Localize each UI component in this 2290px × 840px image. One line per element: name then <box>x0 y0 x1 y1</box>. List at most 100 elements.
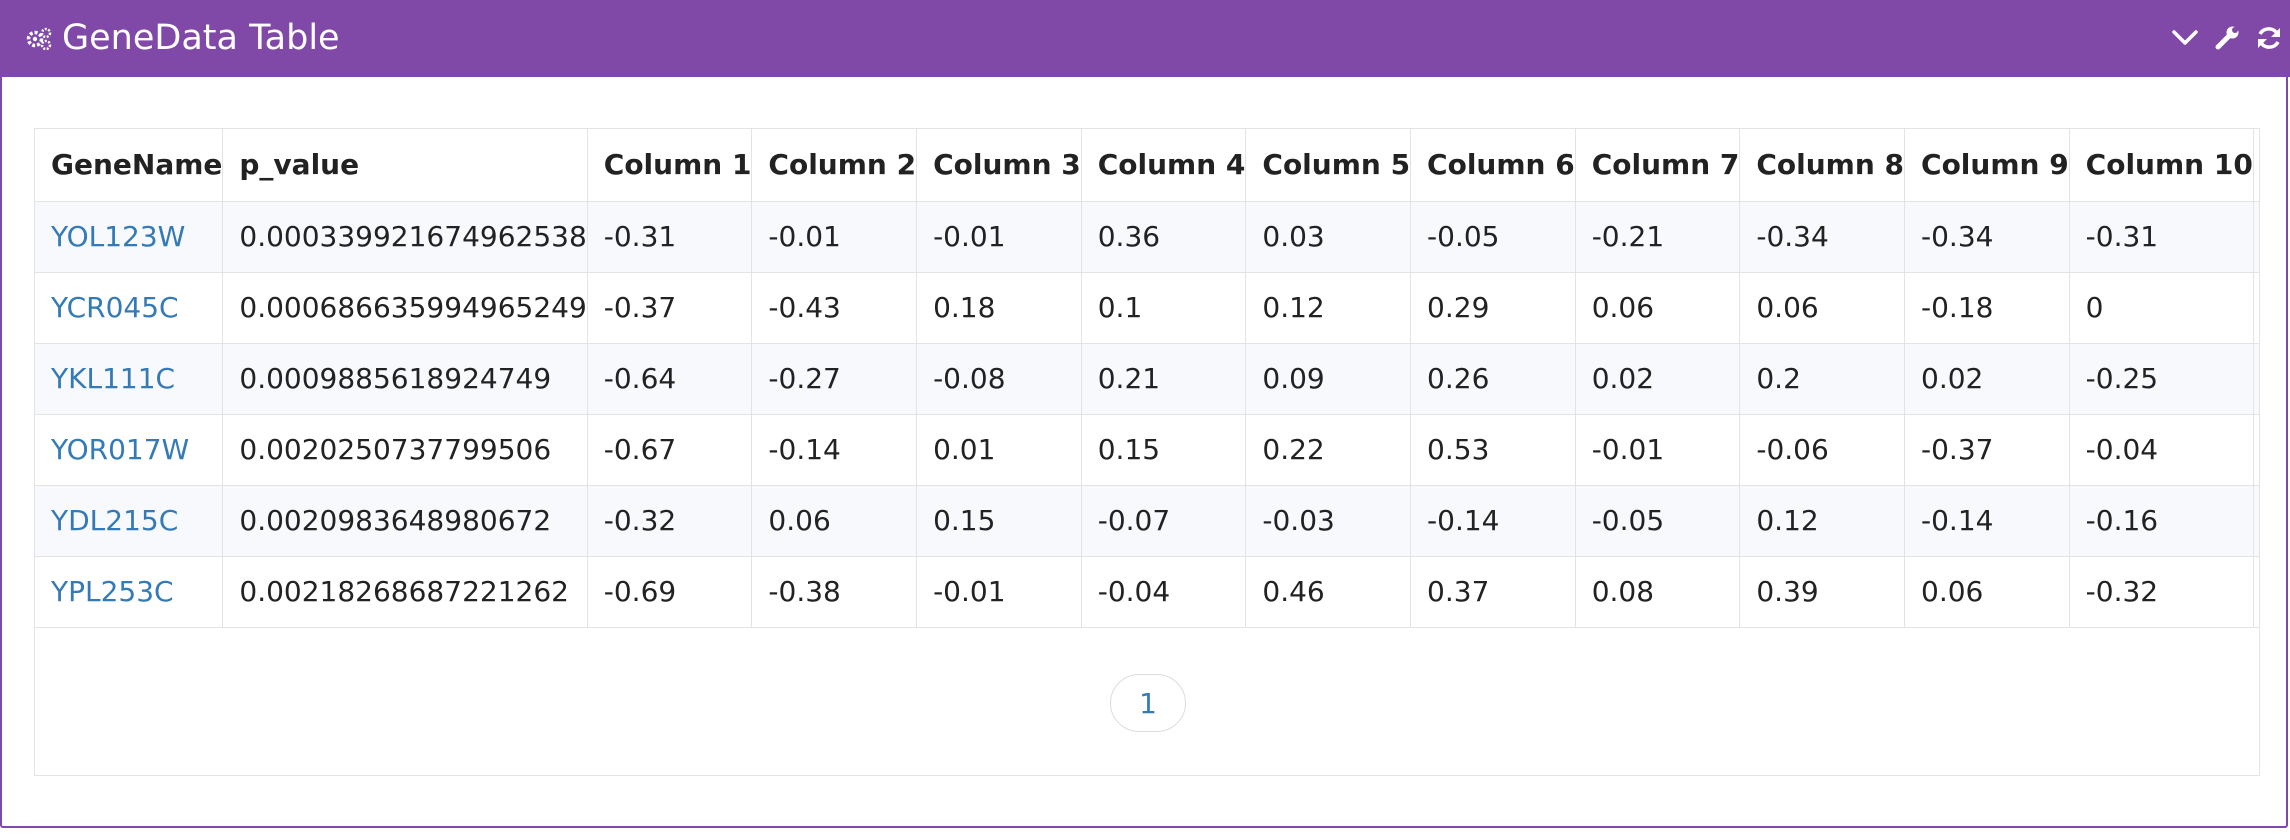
table-cell-p-value: 0.0009885618924749 <box>222 343 588 415</box>
column-header-column-9[interactable]: Column 9 <box>1904 129 2070 202</box>
table-cell-value: 0.06 <box>1575 272 1741 344</box>
gene-link[interactable]: YOR017W <box>51 433 189 466</box>
table-cell-value: -0.01 <box>1575 414 1741 486</box>
table-body: YOL123W 0.000339921674962538 -0.31 -0.01 -0.… <box>35 201 2259 628</box>
table-cell-value: -0.67 <box>587 414 753 486</box>
table-cell-value: -0 <box>2253 343 2259 415</box>
table-cell-value: 0.12 <box>1739 485 1906 557</box>
column-header-column-5[interactable]: Column 5 <box>1245 129 1412 202</box>
table-cell-value: -0.05 <box>1575 485 1741 557</box>
table-cell-value: -0 <box>2253 414 2259 486</box>
table-cell-genename: YOL123W <box>35 201 224 273</box>
table-cell-value: -0.37 <box>1904 414 2070 486</box>
collapse-button[interactable] <box>2170 23 2200 53</box>
table-cell-value: 0.18 <box>916 272 1082 344</box>
table-cell-value: 0.15 <box>916 485 1082 557</box>
table-cell-value: -0 <box>2253 556 2259 628</box>
table-cell-value: -0.16 <box>2069 485 2254 557</box>
table-row: YOL123W 0.000339921674962538 -0.31 -0.01 -0.… <box>35 201 2259 273</box>
table-cell-value: -0 <box>2253 201 2259 273</box>
table-cell-p-value: 0.0020250737799506 <box>222 414 588 486</box>
table-cell-genename: YCR045C <box>35 272 224 344</box>
table-cell-value: -0.01 <box>916 201 1082 273</box>
table-cell-value: -0.32 <box>587 485 753 557</box>
table-cell-value: 0.01 <box>916 414 1082 486</box>
table-cell-value: -0.03 <box>1245 485 1412 557</box>
table-cell-value: -0.25 <box>2069 343 2254 415</box>
table-cell-value: 0.22 <box>1245 414 1412 486</box>
table-cell-value: 0.2 <box>1739 343 1906 415</box>
chevron-down-icon <box>2172 30 2198 45</box>
table-cell-value: -0.01 <box>751 201 918 273</box>
table-cell-value: -0 <box>2253 272 2259 344</box>
refresh-icon <box>2258 27 2280 49</box>
panel-title: GeneData Table <box>62 18 340 58</box>
table-row: YOR017W 0.0020250737799506 -0.67 -0.14 0.01 0… <box>35 414 2259 486</box>
table-cell-value: 0.29 <box>1410 272 1576 344</box>
table-cell-value: 0 <box>2069 272 2254 344</box>
table-cell-value: -0.04 <box>1081 556 1247 628</box>
table-cell-value: 0.1 <box>1081 272 1247 344</box>
table-cell-p-value: 0.00218268687221262 <box>222 556 588 628</box>
table-cell-value: -0.14 <box>1904 485 2070 557</box>
gene-data-table: GeneName p_value Column 1 Column 2 Colum… <box>35 129 2259 628</box>
column-header-column-2[interactable]: Column 2 <box>751 129 918 202</box>
table-cell-value: -0.32 <box>2069 556 2254 628</box>
table-cell-p-value: 0.000686635994965249 <box>222 272 588 344</box>
column-header-p-value[interactable]: p_value <box>222 129 588 202</box>
column-header-column-8[interactable]: Column 8 <box>1739 129 1906 202</box>
table-cell-genename: YOR017W <box>35 414 224 486</box>
column-header-column-6[interactable]: Column 6 <box>1410 129 1576 202</box>
table-cell-value: -0.14 <box>1410 485 1576 557</box>
table-cell-value: -0.07 <box>1081 485 1247 557</box>
column-header-column-10[interactable]: Column 10 <box>2069 129 2254 202</box>
table-cell-value: 0.21 <box>1081 343 1247 415</box>
table-cell-value: -0.38 <box>751 556 918 628</box>
table-cell-value: 0.06 <box>751 485 918 557</box>
table-cell-value: 0.03 <box>1245 201 1412 273</box>
column-header-column-7[interactable]: Column 7 <box>1575 129 1741 202</box>
table-cell-value: 0.09 <box>1245 343 1412 415</box>
column-header-column-4[interactable]: Column 4 <box>1081 129 1247 202</box>
panel-header: GeneData Table <box>0 0 2290 77</box>
table-cell-genename: YKL111C <box>35 343 224 415</box>
table-row: YKL111C 0.0009885618924749 -0.64 -0.27 -0.08… <box>35 343 2259 415</box>
table-header-row: GeneName p_value Column 1 Column 2 Colum… <box>35 129 2259 202</box>
gears-icon <box>26 27 52 51</box>
table-cell-value: 0.06 <box>1904 556 2070 628</box>
gene-link[interactable]: YCR045C <box>51 291 179 324</box>
table-cell-value: 0.39 <box>1739 556 1906 628</box>
table-cell-value: -0.14 <box>751 414 918 486</box>
column-header-column-11[interactable]: C <box>2253 129 2259 202</box>
pagination-page-1[interactable]: 1 <box>1110 674 1186 732</box>
wrench-icon <box>2215 26 2239 50</box>
table-cell-p-value: 0.000339921674962538 <box>222 201 588 273</box>
table-row: YCR045C 0.000686635994965249 -0.37 -0.43 0.1… <box>35 272 2259 344</box>
table-cell-value: 0.26 <box>1410 343 1576 415</box>
table-cell-value: 0.36 <box>1081 201 1247 273</box>
table-row: YDL215C 0.0020983648980672 -0.32 0.06 0.15 -0… <box>35 485 2259 557</box>
gene-link[interactable]: YKL111C <box>51 362 175 395</box>
gene-link[interactable]: YPL253C <box>51 575 174 608</box>
table-cell-value: -0.27 <box>751 343 918 415</box>
table-cell-value: 0.12 <box>1245 272 1412 344</box>
table-cell-value: -0.01 <box>916 556 1082 628</box>
table-row: YPL253C 0.00218268687221262 -0.69 -0.38 -0.0… <box>35 556 2259 628</box>
gene-link[interactable]: YDL215C <box>51 504 178 537</box>
settings-button[interactable] <box>2212 23 2242 53</box>
table-scroll-area[interactable]: GeneName p_value Column 1 Column 2 Colum… <box>35 129 2259 635</box>
table-cell-value: 0.02 <box>1904 343 2070 415</box>
table-cell-value: -0.31 <box>587 201 753 273</box>
refresh-button[interactable] <box>2254 23 2284 53</box>
column-header-genename[interactable]: GeneName <box>35 129 224 202</box>
column-header-column-3[interactable]: Column 3 <box>916 129 1082 202</box>
column-header-column-1[interactable]: Column 1 <box>587 129 753 202</box>
table-cell-value: -0.18 <box>1904 272 2070 344</box>
table-cell-value: -0.34 <box>1904 201 2070 273</box>
table-container: GeneName p_value Column 1 Column 2 Colum… <box>34 128 2260 776</box>
gene-link[interactable]: YOL123W <box>51 220 185 253</box>
table-cell-value: -0.69 <box>587 556 753 628</box>
table-cell-value: 0.15 <box>1081 414 1247 486</box>
table-cell-value: -0.04 <box>2069 414 2254 486</box>
table-cell-value: -0.21 <box>1575 201 1741 273</box>
